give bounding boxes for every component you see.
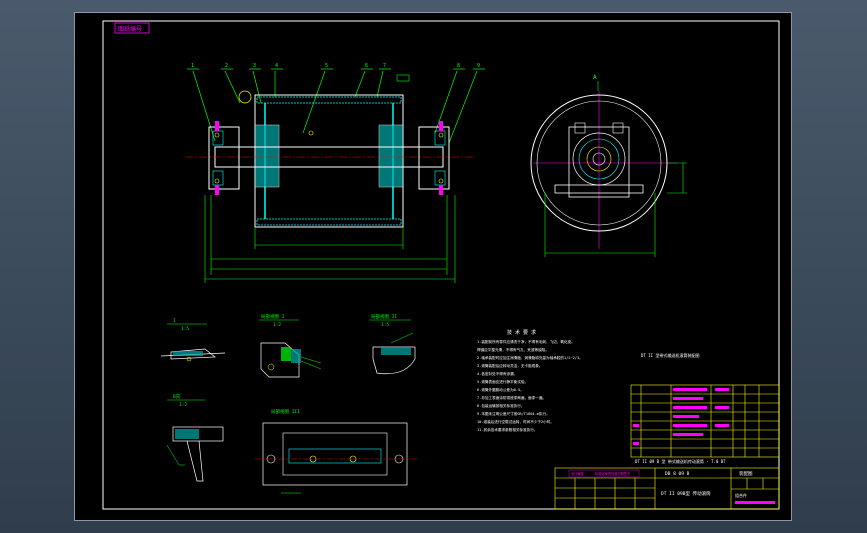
parts-list-marks — [633, 388, 729, 445]
drawing-name: 装配图 — [739, 470, 753, 477]
detail-views: I 1:5 局部视图 I 1:2 局部视图 II 1:5 B向 1:2 局部视图… — [160, 313, 419, 494]
part-number-3: 3 — [253, 63, 256, 69]
note-line-11: 10.组装后进行空载试运转，时间不少于2小时。 — [477, 419, 554, 424]
technical-notes: 技 术 要 求 1.装配前所有零件应清洗干净，不得有毛刺、飞边、氧化皮。 焊缝应… — [477, 329, 699, 432]
side-view: A — [530, 74, 687, 257]
title-stamp-line-2: 标准化审查批准日期签字 — [595, 471, 630, 476]
notes-title: 技 术 要 求 — [507, 329, 536, 336]
note-line-1: 1.装配前所有零件应清洗干净，不得有毛刺、飞边、氧化皮。 — [477, 339, 575, 344]
plan-view-label: 局部视图 III — [271, 408, 300, 415]
stamp-text: 图纸编号 — [118, 25, 142, 33]
note-line-5: 4.各密封处不得有渗漏。 — [477, 371, 517, 376]
title-block: 设计审核 标准化审查批准日期签字 DB 8 09 B 装配图 DT II 09B… — [554, 467, 780, 510]
note-line-7: 6.滚筒外圆跳动公差为0.5。 — [477, 387, 524, 392]
part-number-1: 1 — [191, 63, 194, 69]
drawing-code: DB 8 09 B — [665, 471, 690, 477]
engineering-drawing: 图纸编号 1 2 3 4 5 6 7 8 9 A I 1:5 局部视图 I 1:… — [102, 20, 780, 510]
part-number-5: 5 — [325, 63, 328, 69]
detail-view-4-scale: 1:2 — [179, 402, 187, 408]
drawing-material: 组合件 — [735, 492, 747, 498]
detail-view-4-label: B向 — [173, 393, 181, 400]
note-line-8: 7.非加工表面涂防锈底漆两遍，面漆一遍。 — [477, 395, 546, 400]
note-line-2: 焊缝应平整光滑，不得有气孔、夹渣等缺陷。 — [477, 347, 549, 352]
part-number-2: 2 — [225, 63, 228, 69]
detail-view-3-scale: 1:5 — [381, 322, 389, 328]
drawing-subtitle: DT II 09B型 传动滚筒 — [661, 490, 711, 497]
part-number-4: 4 — [275, 63, 278, 69]
drawing-canvas[interactable]: 图纸编号 1 2 3 4 5 6 7 8 9 A I 1:5 局部视图 I 1:… — [74, 12, 792, 521]
part-number-8: 8 — [457, 63, 460, 69]
part-number-9: 9 — [477, 63, 480, 69]
detail-view-3-label: 局部视图 II — [371, 313, 397, 320]
detail-view-1-scale: 1:5 — [181, 326, 189, 332]
side-view-label: A — [593, 74, 597, 81]
parts-list-table — [630, 384, 780, 458]
part-number-7: 7 — [383, 63, 386, 69]
note-line-3: 2.轴承装配时应加注润滑脂，润滑脂填充量为轴承腔的1/2~2/3。 — [477, 355, 583, 360]
note-line-6: 5.滚筒表面应进行静平衡试验。 — [477, 379, 528, 384]
note-line-9: 8.包装运输按相关标准执行。 — [477, 403, 524, 408]
detail-view-1-label: I — [173, 318, 176, 324]
note-line-4: 3.滚筒装配后应转动灵活，无卡阻现象。 — [477, 363, 542, 368]
title-stamp-line-1: 设计审核 — [571, 471, 585, 476]
parts-list-footer: DT II 09 B 型 带式输送机传动滚筒 - 7.0 B7 — [635, 458, 726, 464]
note-line-12: 11.其余技术要求参照相关标准执行。 — [477, 427, 537, 432]
front-section-view: 1 2 3 4 5 6 7 8 9 — [185, 63, 485, 283]
detail-view-2-label: 局部视图 I — [261, 313, 285, 320]
cad-application-window: 图纸编号 1 2 3 4 5 6 7 8 9 A I 1:5 局部视图 I 1:… — [0, 0, 867, 533]
part-number-6: 6 — [365, 63, 368, 69]
drawing-caption: DT II 型带式输送机滚筒装配图 — [641, 352, 699, 358]
detail-view-2-scale: 1:2 — [273, 322, 281, 328]
note-line-10: 9.本图未注明公差尺寸按GB/T1804-m执行。 — [477, 411, 550, 416]
